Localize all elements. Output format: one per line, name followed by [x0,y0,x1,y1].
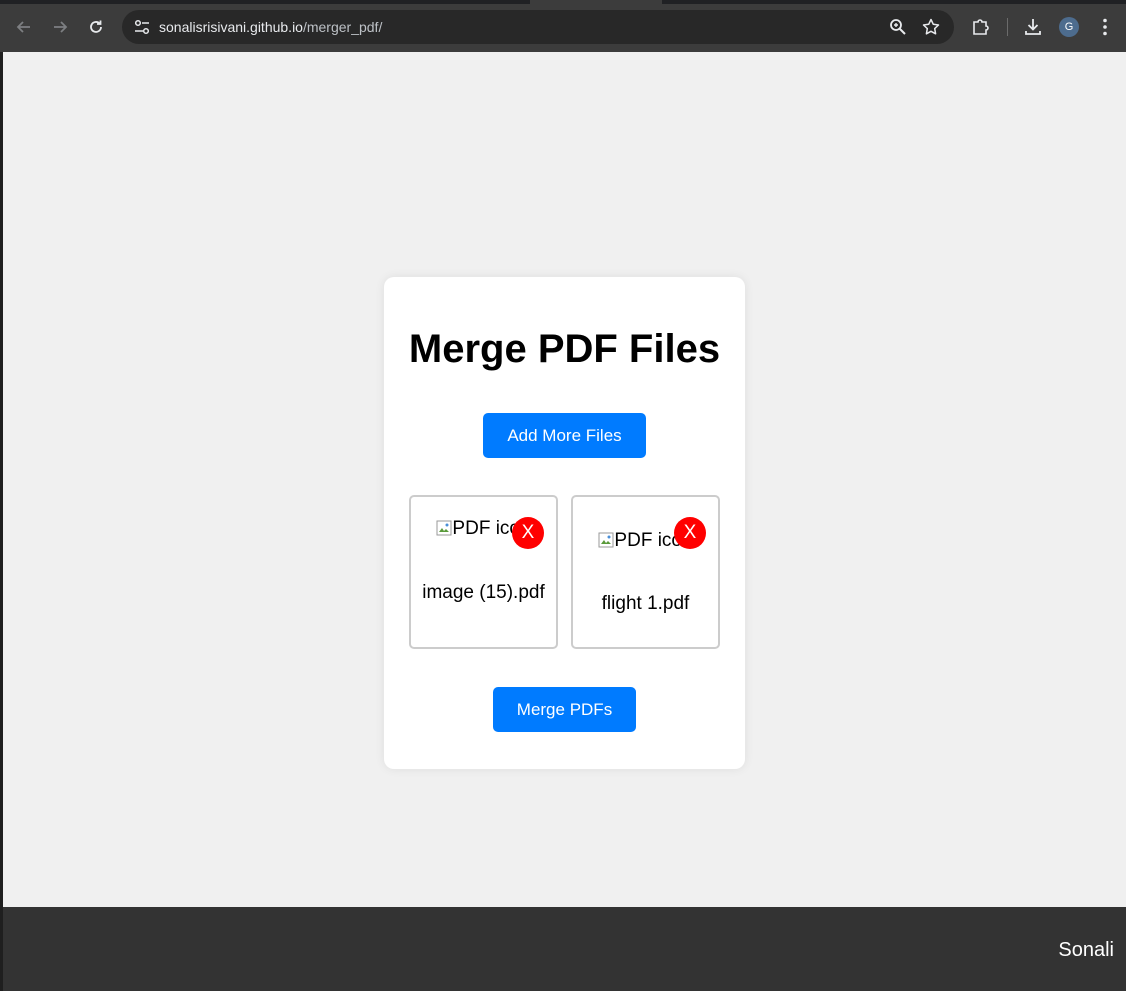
profile-initial: G [1064,21,1074,33]
arrow-right-icon [54,21,68,33]
remove-file-button[interactable]: X [674,517,706,549]
page-footer: Sonali [3,907,1126,991]
tab-strip [0,0,1126,4]
file-item[interactable]: PDF icon X flight 1.pdf [571,495,720,649]
url-path: /merger_pdf/ [302,19,383,35]
active-tab[interactable] [530,0,662,4]
browser-toolbar: sonalisrisivani.github.io/merger_pdf/ G [0,0,1126,52]
page-viewport: Merge PDF Files Add More Files PDF icon … [3,52,1126,907]
extensions-icon[interactable] [970,16,992,38]
zoom-icon[interactable] [888,17,908,37]
reload-button[interactable] [81,12,111,42]
file-name: image (15).pdf [422,582,545,603]
add-more-files-button[interactable]: Add More Files [483,413,646,458]
remove-label: X [683,522,697,543]
file-name: flight 1.pdf [601,593,690,614]
toolbar-divider [1007,18,1008,36]
url-host: sonalisrisivani.github.io [159,19,303,35]
file-item[interactable]: PDF icon X image (15).pdf [409,495,558,649]
url-text[interactable]: sonalisrisivani.github.io/merger_pdf/ [159,19,382,35]
arrow-left-icon [16,21,30,33]
back-button[interactable] [9,12,39,42]
site-info-icon[interactable] [132,17,152,37]
profile-avatar[interactable]: G [1059,17,1079,37]
bookmark-star-icon[interactable] [921,17,941,37]
reload-icon [90,20,102,33]
kebab-menu-icon[interactable] [1094,16,1116,38]
broken-image-icon [598,532,614,548]
broken-image-icon [436,520,452,536]
merge-container: Merge PDF Files Add More Files PDF icon … [384,277,745,769]
download-icon[interactable] [1022,16,1044,38]
remove-label: X [521,522,535,543]
address-bar[interactable]: sonalisrisivani.github.io/merger_pdf/ [122,10,954,44]
footer-author: Sonali [1058,939,1114,961]
forward-button[interactable] [45,12,75,42]
page-title: Merge PDF Files [408,327,721,371]
remove-file-button[interactable]: X [512,517,544,549]
merge-pdfs-button[interactable]: Merge PDFs [493,687,636,732]
